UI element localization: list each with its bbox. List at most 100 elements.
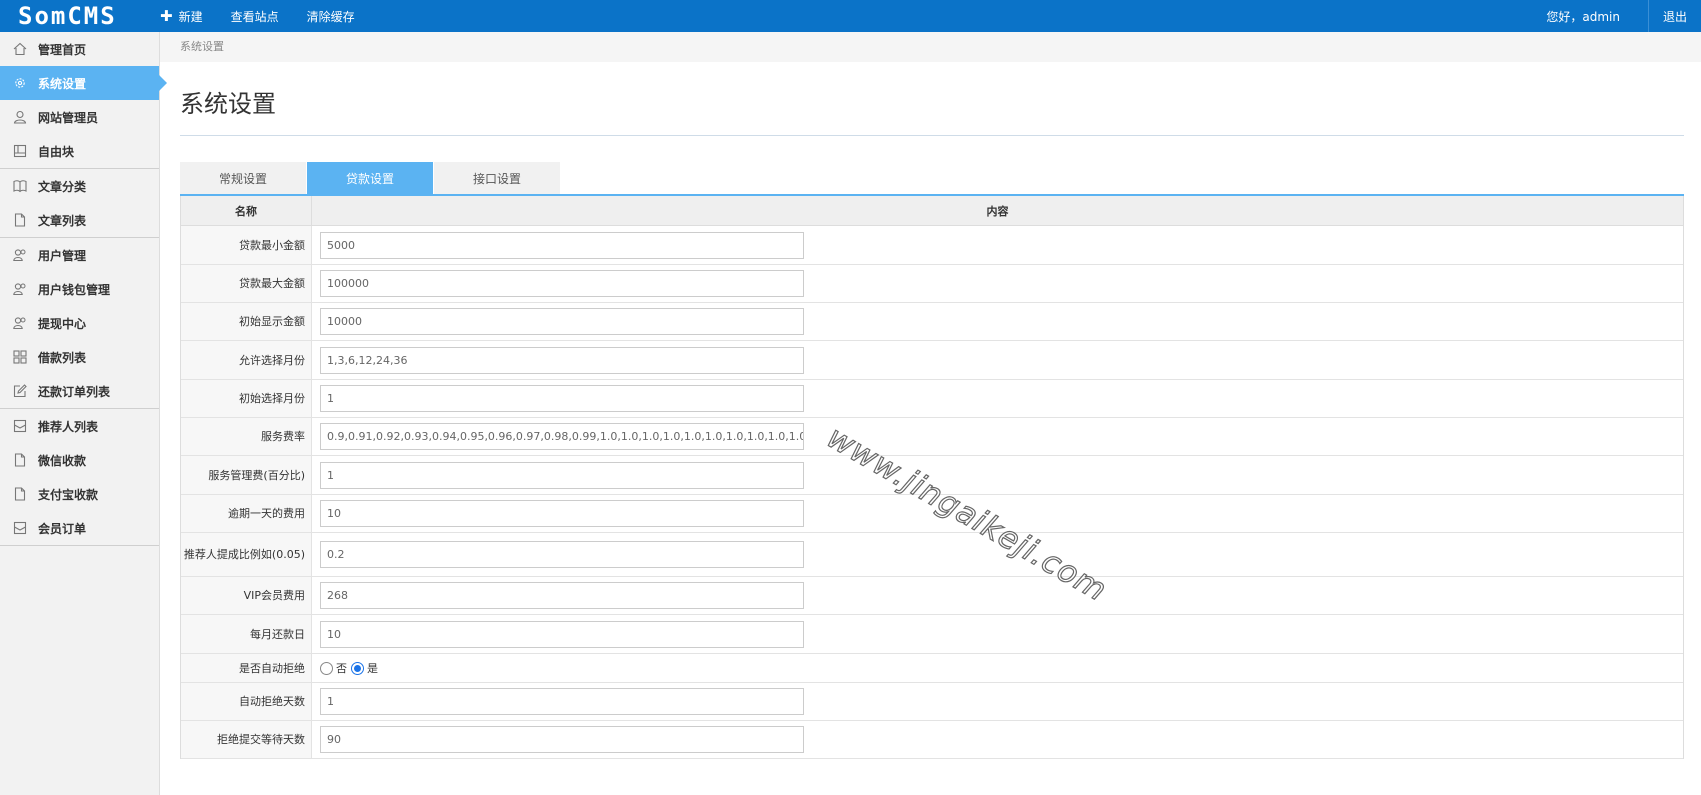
row-label: 是否自动拒绝 xyxy=(181,654,312,682)
sidebar: 管理首页系统设置网站管理员 自由块文章分类文章列表用户管理用户钱包管理提现中心借款… xyxy=(0,32,167,795)
sidebar-item[interactable]: 支付宝收款 xyxy=(0,477,159,511)
sidebar-item[interactable]: 提现中心 xyxy=(0,306,159,340)
view-site-link[interactable]: 查看站点 xyxy=(231,8,279,25)
app-logo[interactable]: SomCMS xyxy=(18,3,117,29)
setting-input[interactable] xyxy=(320,423,804,450)
sidebar-group: 推荐人列表微信收款 支付宝收款会员订单 xyxy=(0,409,159,546)
sidebar-item[interactable]: 用户管理 xyxy=(0,238,159,272)
sidebar-item[interactable]: 管理首页 xyxy=(0,32,159,66)
radio-label: 是 xyxy=(367,662,378,675)
gear-icon xyxy=(12,75,28,91)
sidebar-item-label: 提现中心 xyxy=(38,316,87,331)
table-row: 初始选择月份 xyxy=(181,380,1683,418)
row-value xyxy=(312,721,1683,758)
clear-cache-link[interactable]: 清除缓存 xyxy=(307,8,355,25)
sidebar-item-label: 文章分类 xyxy=(38,179,87,194)
sidebar-item[interactable]: 系统设置 xyxy=(0,66,167,100)
row-label: 自动拒绝天数 xyxy=(181,683,312,720)
settings-tab[interactable]: 贷款设置 xyxy=(307,162,434,194)
sidebar-item[interactable]: 借款列表 xyxy=(0,340,159,374)
file-icon xyxy=(12,486,28,502)
table-row: VIP会员费用 xyxy=(181,577,1683,615)
setting-input[interactable] xyxy=(320,541,804,568)
sidebar-item-label: 用户管理 xyxy=(38,248,87,263)
table-row: 拒绝提交等待天数 xyxy=(181,721,1683,759)
radio-button[interactable] xyxy=(351,661,364,675)
settings-tab[interactable]: 常规设置 xyxy=(180,162,307,194)
row-label: 初始显示金额 xyxy=(181,303,312,340)
setting-input[interactable] xyxy=(320,385,804,412)
sidebar-item[interactable]: 推荐人列表 xyxy=(0,409,159,443)
setting-input[interactable] xyxy=(320,620,804,648)
setting-input[interactable] xyxy=(320,461,804,489)
row-value xyxy=(312,341,1683,379)
row-label: 贷款最小金额 xyxy=(181,226,312,264)
home-icon xyxy=(12,41,28,57)
sidebar-item[interactable]: 用户钱包管理 xyxy=(0,272,159,306)
radio-label: 否 xyxy=(336,662,347,675)
inbox-icon xyxy=(12,418,28,434)
row-value xyxy=(312,380,1683,417)
sidebar-group: 用户管理用户钱包管理提现中心借款列表还款订单列表 xyxy=(0,238,159,409)
sidebar-item-label: 文章列表 xyxy=(38,213,87,228)
table-row: 自动拒绝天数 xyxy=(181,683,1683,721)
sidebar-item[interactable]: 微信收款 xyxy=(0,443,159,477)
top-right: 您好，admin 退出 xyxy=(1546,0,1701,32)
setting-input[interactable] xyxy=(320,688,804,715)
setting-input[interactable] xyxy=(320,582,804,609)
setting-input[interactable] xyxy=(320,346,804,374)
block-icon xyxy=(12,143,28,159)
table-row: 是否自动拒绝 否 是 xyxy=(181,654,1683,683)
logout-link[interactable]: 退出 xyxy=(1647,0,1701,32)
title-divider xyxy=(180,135,1684,136)
row-label: 贷款最大金额 xyxy=(181,265,312,302)
setting-input[interactable] xyxy=(320,726,804,753)
table-header: 名称 内容 xyxy=(181,196,1683,226)
row-value xyxy=(312,456,1683,494)
new-button[interactable]: ✚ 新建 xyxy=(160,7,203,25)
setting-input[interactable] xyxy=(320,270,804,297)
row-label: 初始选择月份 xyxy=(181,380,312,417)
book-icon xyxy=(12,178,28,194)
table-row: 初始显示金额 xyxy=(181,303,1683,341)
row-value xyxy=(312,615,1683,653)
breadcrumb: 系统设置 xyxy=(160,32,1701,62)
setting-input[interactable] xyxy=(320,500,804,527)
table-row: 服务费率 xyxy=(181,418,1683,456)
new-label: 新建 xyxy=(178,9,203,24)
sidebar-item[interactable]: 文章分类 xyxy=(0,169,159,203)
sidebar-item-label: 系统设置 xyxy=(38,76,87,91)
sidebar-item-label: 借款列表 xyxy=(38,350,87,365)
top-bar: SomCMS ✚ 新建 查看站点 清除缓存 您好，admin 退出 xyxy=(0,0,1701,32)
settings-tab[interactable]: 接口设置 xyxy=(434,162,561,194)
row-value xyxy=(312,418,1683,455)
users-icon xyxy=(12,247,28,263)
table-row: 推荐人提成比例如(0.05) xyxy=(181,533,1683,577)
top-nav: ✚ 新建 查看站点 清除缓存 xyxy=(160,0,383,32)
inbox-icon xyxy=(12,520,28,536)
sidebar-item[interactable]: 会员订单 xyxy=(0,511,159,545)
row-value xyxy=(312,303,1683,340)
sidebar-item[interactable]: 网站管理员 xyxy=(0,100,159,134)
user-greeting: 您好，admin xyxy=(1546,9,1620,24)
sidebar-item[interactable]: 还款订单列表 xyxy=(0,374,159,408)
col-name-header: 名称 xyxy=(181,196,312,225)
table-row: 服务管理费(百分比) xyxy=(181,456,1683,495)
row-label: 服务管理费(百分比) xyxy=(181,456,312,494)
main-content: 系统设置 系统设置 常规设置贷款设置接口设置 名称 内容 贷款最小金额贷款最大金… xyxy=(160,32,1701,795)
row-label: 推荐人提成比例如(0.05) xyxy=(181,533,312,576)
sidebar-item[interactable]: 自由块 xyxy=(0,134,159,168)
sidebar-group: 管理首页系统设置网站管理员 自由块 xyxy=(0,32,167,169)
setting-input[interactable] xyxy=(320,231,804,259)
row-label: 每月还款日 xyxy=(181,615,312,653)
setting-input[interactable] xyxy=(320,308,804,335)
table-row: 允许选择月份 xyxy=(181,341,1683,380)
plus-icon: ✚ xyxy=(160,7,173,25)
row-value xyxy=(312,265,1683,302)
sidebar-item-label: 推荐人列表 xyxy=(38,419,99,434)
col-content-header: 内容 xyxy=(986,204,1009,218)
sidebar-item[interactable]: 文章列表 xyxy=(0,203,159,237)
sidebar-item-label: 还款订单列表 xyxy=(38,384,111,399)
sidebar-item-label: 会员订单 xyxy=(38,521,87,536)
radio-button[interactable] xyxy=(320,661,333,675)
